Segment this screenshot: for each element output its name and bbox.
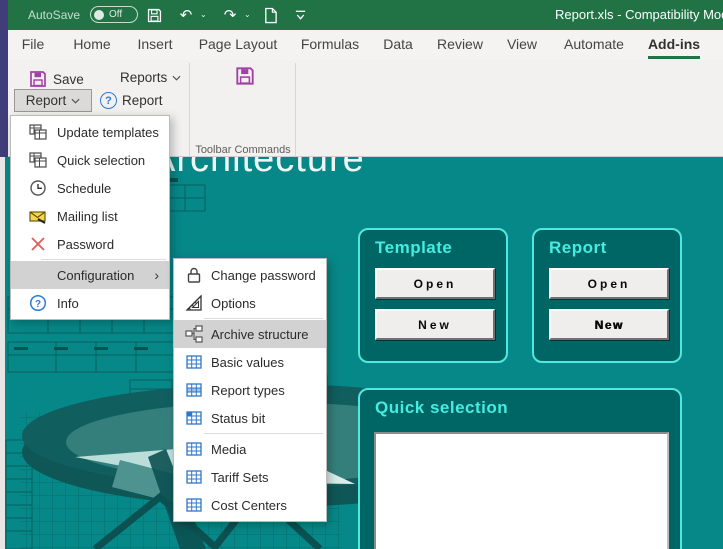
empty-icon-slot xyxy=(28,265,48,285)
template-panel-title: Template xyxy=(375,238,452,258)
submenu-item-options[interactable]: Options xyxy=(174,289,326,317)
tab-insert[interactable]: Insert xyxy=(137,36,172,52)
undo-chevron-icon[interactable]: ⌄ xyxy=(200,10,207,19)
menu-item-configuration[interactable]: Configuration › xyxy=(11,261,169,289)
template-panel: Template Open New xyxy=(358,228,508,363)
report-open-button[interactable]: Open xyxy=(549,268,669,299)
tab-automate[interactable]: Automate xyxy=(564,36,624,52)
tab-file[interactable]: File xyxy=(22,36,45,52)
save-button[interactable]: Save xyxy=(28,69,84,89)
window-title: Report.xls - Compatibility Mode xyxy=(555,7,723,22)
help-question-icon: ? xyxy=(100,92,117,109)
templates-icon xyxy=(28,150,48,170)
table-icon xyxy=(184,352,204,372)
undo-icon[interactable]: ↶ xyxy=(176,5,196,25)
submenu-item-basic-values[interactable]: Basic values xyxy=(174,348,326,376)
table-cell-icon xyxy=(184,408,204,428)
customize-toolbar-icon[interactable] xyxy=(290,5,310,25)
tab-home[interactable]: Home xyxy=(73,36,110,52)
svg-text:?: ? xyxy=(35,299,41,310)
redo-icon[interactable]: ↷ xyxy=(220,5,240,25)
lock-icon xyxy=(184,265,204,285)
red-x-icon xyxy=(28,234,48,254)
tab-view[interactable]: View xyxy=(507,36,537,52)
submenu-item-status-bit[interactable]: Status bit xyxy=(174,404,326,432)
mail-icon xyxy=(28,206,48,226)
template-open-button[interactable]: Open xyxy=(375,268,495,299)
chevron-down-icon xyxy=(172,75,181,81)
table-row-icon xyxy=(184,380,204,400)
menu-item-update-templates[interactable]: Update templates xyxy=(11,118,169,146)
save-floppy-icon xyxy=(28,69,48,89)
options-ruler-icon xyxy=(184,293,204,313)
menu-item-info[interactable]: ? Info xyxy=(11,289,169,317)
report-new-button[interactable]: New xyxy=(549,309,669,340)
menu-item-quick-selection[interactable]: Quick selection xyxy=(11,146,169,174)
quick-selection-panel: Quick selection xyxy=(358,388,682,549)
table-icon xyxy=(184,439,204,459)
new-document-icon[interactable] xyxy=(260,5,280,25)
quick-selection-title: Quick selection xyxy=(375,398,508,418)
hierarchy-icon xyxy=(184,324,204,344)
tab-page-layout[interactable]: Page Layout xyxy=(199,36,278,52)
table-icon xyxy=(184,495,204,515)
active-tab-underline xyxy=(648,56,700,59)
tab-review[interactable]: Review xyxy=(437,36,483,52)
tab-data[interactable]: Data xyxy=(383,36,413,52)
table-icon xyxy=(184,467,204,487)
autosave-state: Off xyxy=(109,9,122,20)
menu-item-mailing-list[interactable]: Mailing list xyxy=(11,202,169,230)
toggle-knob-icon xyxy=(94,10,104,20)
tab-add-ins[interactable]: Add-ins xyxy=(648,36,700,52)
tab-formulas[interactable]: Formulas xyxy=(301,36,359,52)
reports-dropdown[interactable]: Reports xyxy=(120,70,181,85)
clock-icon xyxy=(28,178,48,198)
save-icon[interactable] xyxy=(144,5,164,25)
ribbon-group-label: Toolbar Commands xyxy=(191,144,295,156)
ribbon-tab-row: File Home Insert Page Layout Formulas Da… xyxy=(8,30,723,60)
save-label: Save xyxy=(53,72,84,87)
excel-window: AutoSave Off ↶ ⌄ ↷ ⌄ Report.xls - Compat… xyxy=(0,0,723,549)
submenu-arrow-icon: › xyxy=(154,267,169,283)
save-floppy-icon xyxy=(234,65,256,87)
report-help-label: Report xyxy=(122,93,163,108)
menu-separator xyxy=(41,259,166,260)
quick-selection-listbox[interactable] xyxy=(374,432,669,549)
autosave-label: AutoSave xyxy=(28,8,80,22)
ribbon-group-separator xyxy=(189,63,190,157)
titlebar: AutoSave Off ↶ ⌄ ↷ ⌄ Report.xls - Compat… xyxy=(8,0,723,30)
submenu-item-tariff-sets[interactable]: Tariff Sets xyxy=(174,463,326,491)
submenu-item-report-types[interactable]: Report types xyxy=(174,376,326,404)
reports-label: Reports xyxy=(120,70,167,85)
submenu-item-archive-structure[interactable]: Archive structure xyxy=(174,320,326,348)
template-new-button[interactable]: New xyxy=(375,309,495,340)
toolbar-save-button[interactable] xyxy=(234,65,256,87)
menu-separator xyxy=(204,433,323,434)
report-dropdown-menu: Update templates Quick selection Schedul… xyxy=(10,115,170,320)
report-help-button[interactable]: ? Report xyxy=(100,92,163,109)
configuration-submenu: Change password Options Archive structur… xyxy=(173,258,327,522)
ribbon-group-separator xyxy=(295,63,296,157)
redo-chevron-icon[interactable]: ⌄ xyxy=(244,10,251,19)
background-window-edge xyxy=(0,0,8,157)
autosave-toggle[interactable]: Off xyxy=(90,6,138,23)
submenu-item-cost-centers[interactable]: Cost Centers xyxy=(174,491,326,519)
menu-item-schedule[interactable]: Schedule xyxy=(11,174,169,202)
report-panel: Report Open New xyxy=(532,228,682,363)
submenu-item-media[interactable]: Media xyxy=(174,435,326,463)
report-dropdown[interactable]: Report xyxy=(14,89,92,112)
chevron-down-icon xyxy=(71,98,80,104)
form-heading: Architecture xyxy=(150,157,365,181)
report-panel-title: Report xyxy=(549,238,607,258)
submenu-item-change-password[interactable]: Change password xyxy=(174,261,326,289)
menu-separator xyxy=(204,318,323,319)
templates-icon xyxy=(28,122,48,142)
background-window-edge xyxy=(0,157,5,549)
info-icon: ? xyxy=(28,293,48,313)
report-label: Report xyxy=(26,93,67,108)
menu-item-password[interactable]: Password xyxy=(11,230,169,258)
